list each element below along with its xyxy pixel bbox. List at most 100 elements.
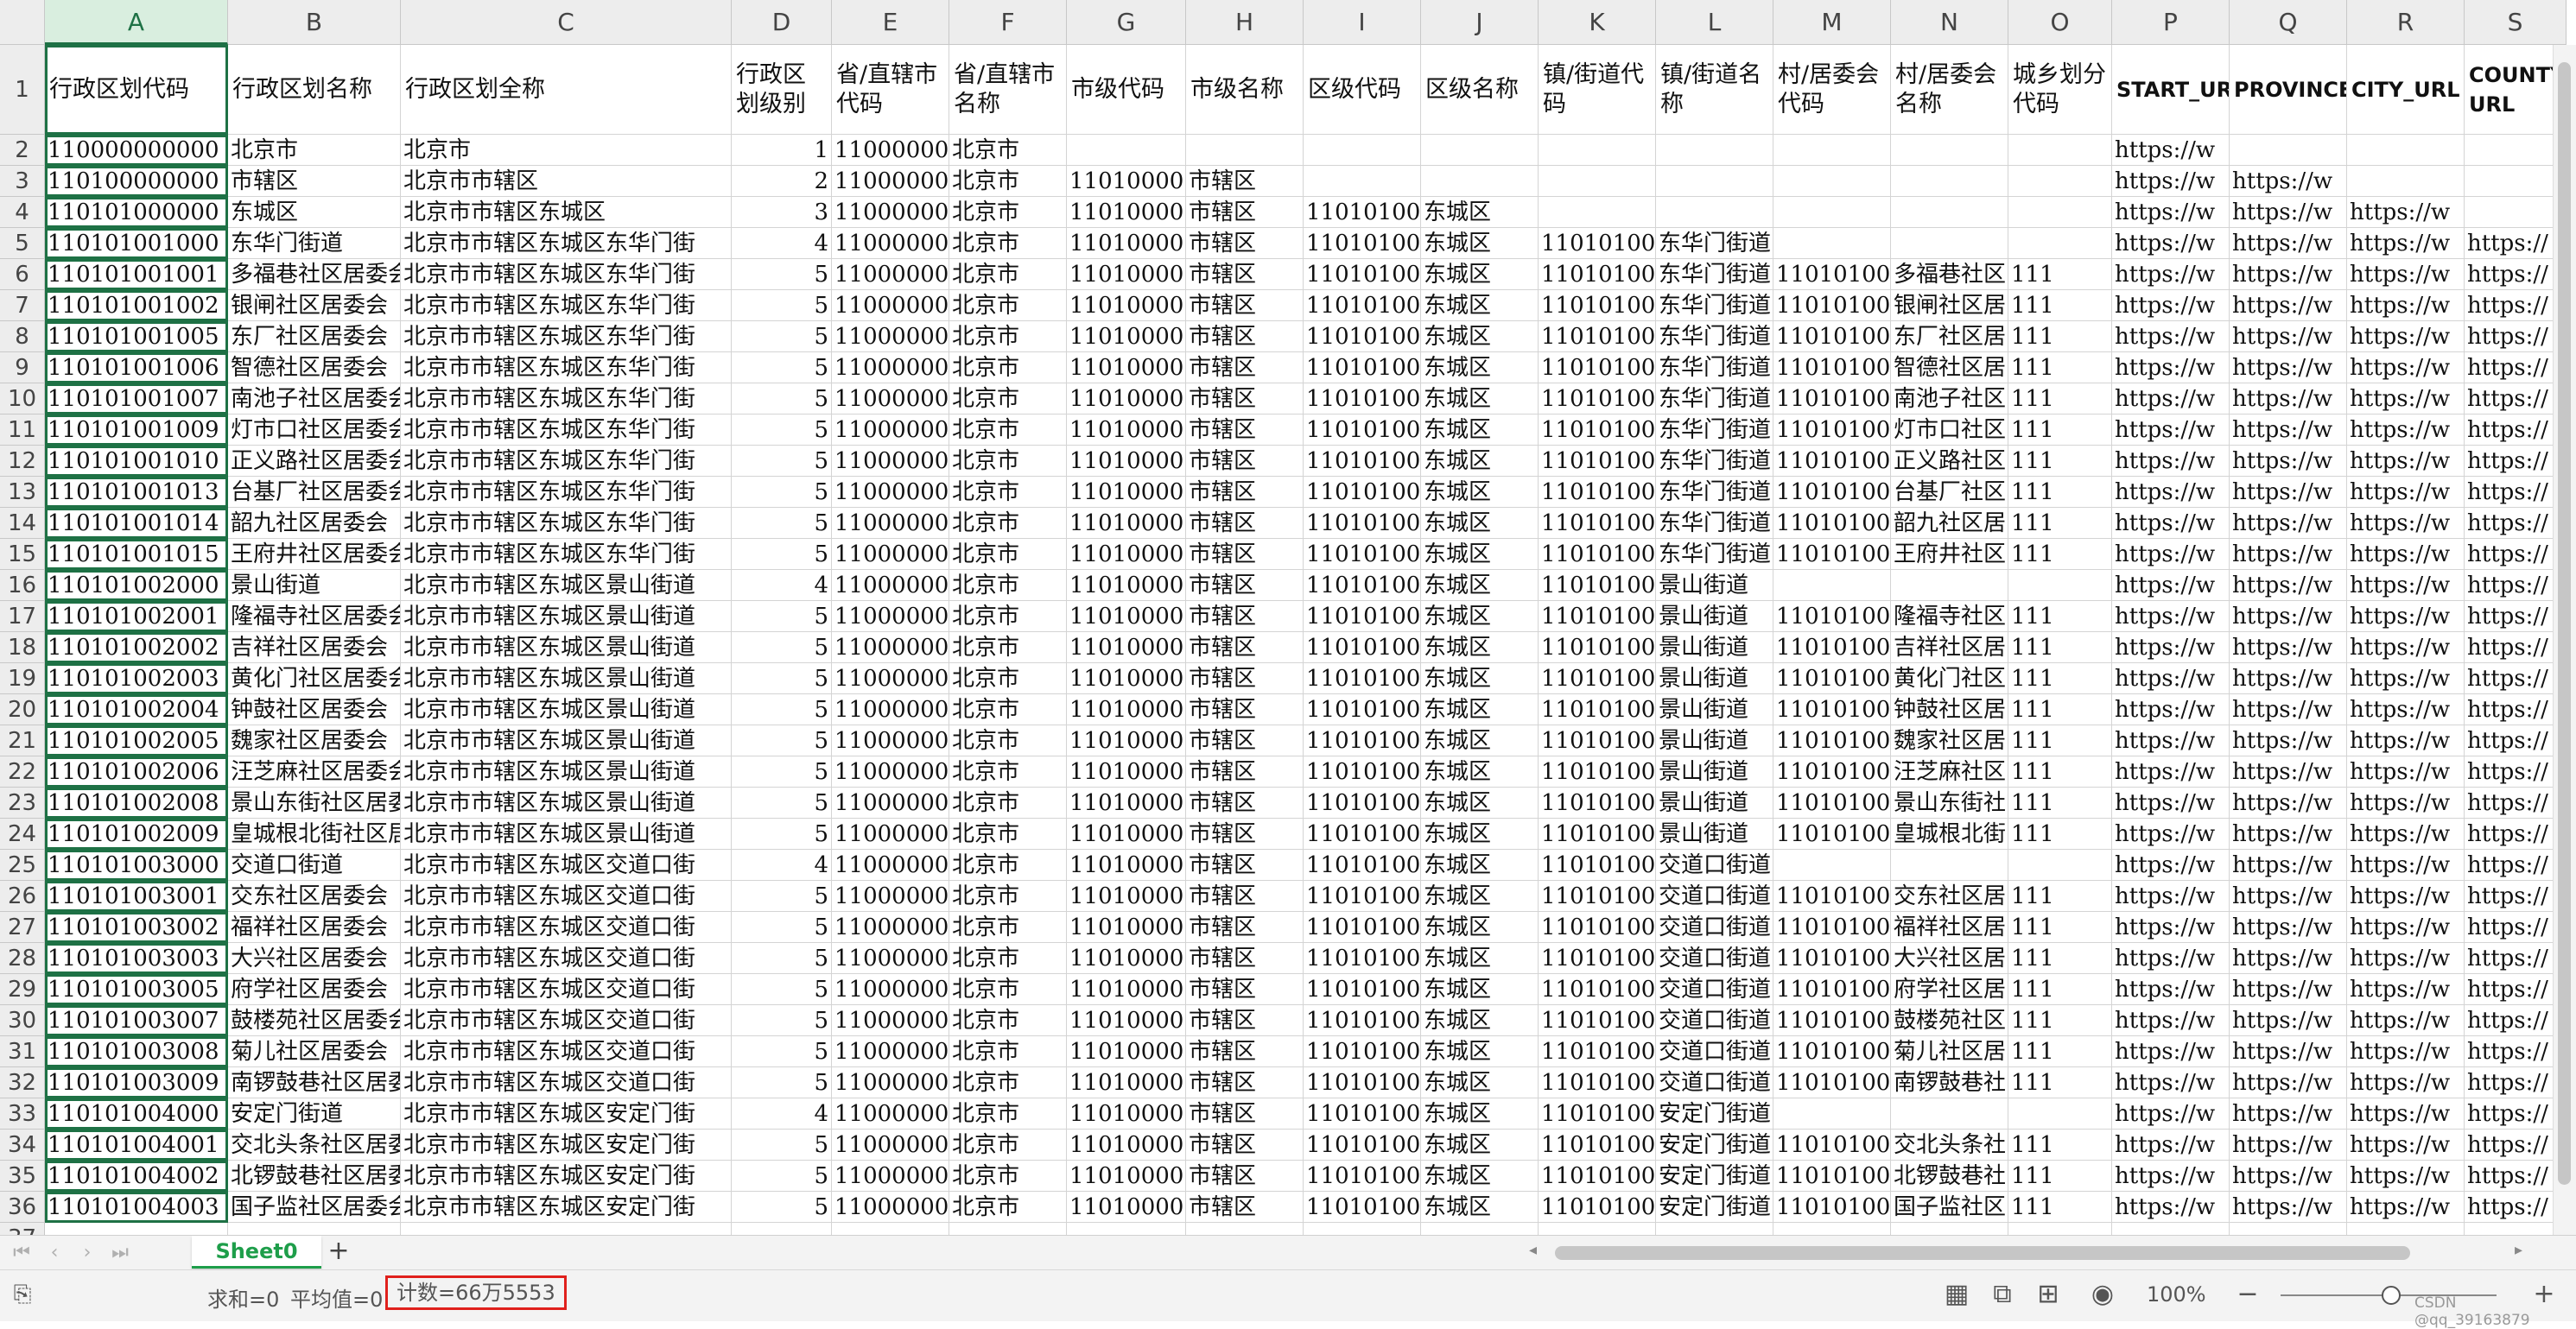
- table-cell[interactable]: [1304, 1223, 1421, 1235]
- table-cell[interactable]: 110101002006: [45, 756, 228, 788]
- table-cell[interactable]: 5: [732, 446, 832, 477]
- table-cell[interactable]: [1186, 135, 1304, 166]
- table-cell[interactable]: 110101000: [1304, 694, 1421, 725]
- table-cell[interactable]: 110000000: [832, 321, 949, 352]
- table-cell[interactable]: 110000000: [832, 943, 949, 974]
- table-cell[interactable]: [2008, 1098, 2112, 1130]
- table-cell[interactable]: 东城区: [1421, 1098, 1539, 1130]
- table-cell[interactable]: 111: [2008, 352, 2112, 383]
- table-cell[interactable]: 5: [732, 663, 832, 694]
- table-cell[interactable]: 111: [2008, 259, 2112, 290]
- table-cell[interactable]: 5: [732, 819, 832, 850]
- table-cell[interactable]: https://: [2465, 850, 2566, 881]
- table-cell[interactable]: 交东社区居委会: [228, 881, 401, 912]
- row-header[interactable]: 34: [0, 1130, 45, 1161]
- table-cell[interactable]: [1539, 197, 1656, 228]
- table-cell[interactable]: 南池子社区: [1891, 383, 2008, 415]
- row-header[interactable]: 25: [0, 850, 45, 881]
- table-cell[interactable]: 110000000: [832, 508, 949, 539]
- table-cell[interactable]: [1773, 135, 1891, 166]
- table-cell[interactable]: 市辖区: [1186, 974, 1304, 1005]
- row-header[interactable]: 26: [0, 881, 45, 912]
- table-cell[interactable]: 110000000: [832, 725, 949, 756]
- table-cell[interactable]: https://w: [2347, 570, 2465, 601]
- table-cell[interactable]: [2008, 1223, 2112, 1235]
- table-cell[interactable]: 东城区: [1421, 881, 1539, 912]
- table-cell[interactable]: 110100000: [1067, 850, 1186, 881]
- table-cell[interactable]: [1773, 228, 1891, 259]
- table-cell[interactable]: 市辖区: [1186, 1161, 1304, 1192]
- table-cell[interactable]: 钟鼓社区居委会: [228, 694, 401, 725]
- table-cell[interactable]: https://w: [2230, 725, 2347, 756]
- table-cell[interactable]: 110101001: [1539, 321, 1656, 352]
- table-cell[interactable]: 110101001007: [45, 383, 228, 415]
- table-cell[interactable]: 北京市市辖区: [401, 166, 732, 197]
- table-cell[interactable]: [1891, 850, 2008, 881]
- table-cell[interactable]: 安定门街道: [228, 1098, 401, 1130]
- table-cell[interactable]: 110101002001: [45, 601, 228, 632]
- table-cell[interactable]: https://w: [2112, 632, 2230, 663]
- table-cell[interactable]: 市辖区: [1186, 228, 1304, 259]
- table-cell[interactable]: 110000000: [832, 1005, 949, 1036]
- table-cell[interactable]: 110101001: [1539, 259, 1656, 290]
- header-cell[interactable]: 镇/街道名称: [1656, 45, 1773, 135]
- table-cell[interactable]: 市辖区: [1186, 1192, 1304, 1223]
- table-cell[interactable]: https://w: [2230, 290, 2347, 321]
- table-cell[interactable]: 东城区: [1421, 943, 1539, 974]
- table-cell[interactable]: [2230, 135, 2347, 166]
- table-cell[interactable]: https://w: [2112, 259, 2230, 290]
- table-cell[interactable]: 110100000: [1067, 383, 1186, 415]
- table-cell[interactable]: [1891, 1098, 2008, 1130]
- first-sheet-icon[interactable]: ⏮: [9, 1241, 35, 1265]
- table-cell[interactable]: 110101003: [1773, 1067, 1891, 1098]
- table-cell[interactable]: 110101000: [1304, 197, 1421, 228]
- table-cell[interactable]: https://w: [2112, 1098, 2230, 1130]
- table-cell[interactable]: 5: [732, 1130, 832, 1161]
- table-cell[interactable]: https://: [2465, 228, 2566, 259]
- table-cell[interactable]: 东厂社区居: [1891, 321, 2008, 352]
- table-cell[interactable]: 东城区: [1421, 819, 1539, 850]
- table-cell[interactable]: https://: [2465, 539, 2566, 570]
- table-cell[interactable]: [1656, 166, 1773, 197]
- table-cell[interactable]: 5: [732, 1005, 832, 1036]
- table-cell[interactable]: 110101002: [1773, 725, 1891, 756]
- table-cell[interactable]: 北京市: [949, 663, 1067, 694]
- table-cell[interactable]: [832, 1223, 949, 1235]
- table-cell[interactable]: 东城区: [1421, 974, 1539, 1005]
- table-cell[interactable]: 111: [2008, 1161, 2112, 1192]
- table-cell[interactable]: 5: [732, 694, 832, 725]
- table-cell[interactable]: [1891, 166, 2008, 197]
- table-cell[interactable]: 110100000: [1067, 166, 1186, 197]
- table-cell[interactable]: [1539, 166, 1656, 197]
- table-cell[interactable]: https://: [2465, 321, 2566, 352]
- table-cell[interactable]: 110101002008: [45, 788, 228, 819]
- table-cell[interactable]: [1067, 135, 1186, 166]
- column-header-p[interactable]: P: [2112, 0, 2230, 45]
- table-cell[interactable]: 景山街道: [1656, 788, 1773, 819]
- table-cell[interactable]: https://w: [2112, 135, 2230, 166]
- table-cell[interactable]: 110100000: [1067, 601, 1186, 632]
- table-cell[interactable]: 4: [732, 570, 832, 601]
- table-cell[interactable]: 110101004: [1539, 1130, 1656, 1161]
- table-cell[interactable]: [1891, 228, 2008, 259]
- row-header[interactable]: 7: [0, 290, 45, 321]
- table-cell[interactable]: 110100000: [1067, 1130, 1186, 1161]
- table-cell[interactable]: 110000000: [832, 663, 949, 694]
- table-cell[interactable]: 110000000: [832, 570, 949, 601]
- table-cell[interactable]: 北京市市辖区东城区景山街道: [401, 601, 732, 632]
- table-cell[interactable]: 5: [732, 788, 832, 819]
- spreadsheet-grid[interactable]: A B C D E F G H I J K L M N O P Q R S 1 2 3 4 5 6 7 8 9 10 11 12 13 14 15…: [0, 0, 2576, 1235]
- table-cell[interactable]: 110101001013: [45, 477, 228, 508]
- table-cell[interactable]: https://: [2465, 352, 2566, 383]
- table-cell[interactable]: 5: [732, 539, 832, 570]
- table-cell[interactable]: 110100000: [1067, 788, 1186, 819]
- header-cell[interactable]: 村/居委会代码: [1773, 45, 1891, 135]
- table-cell[interactable]: 110101000: [1304, 850, 1421, 881]
- horizontal-scroll-thumb[interactable]: [1555, 1246, 2410, 1260]
- table-cell[interactable]: https://: [2465, 570, 2566, 601]
- table-cell[interactable]: [949, 1223, 1067, 1235]
- table-cell[interactable]: 东城区: [1421, 197, 1539, 228]
- table-cell[interactable]: 110000000: [832, 912, 949, 943]
- table-cell[interactable]: https://w: [2112, 1192, 2230, 1223]
- table-cell[interactable]: 110100000: [1067, 1036, 1186, 1067]
